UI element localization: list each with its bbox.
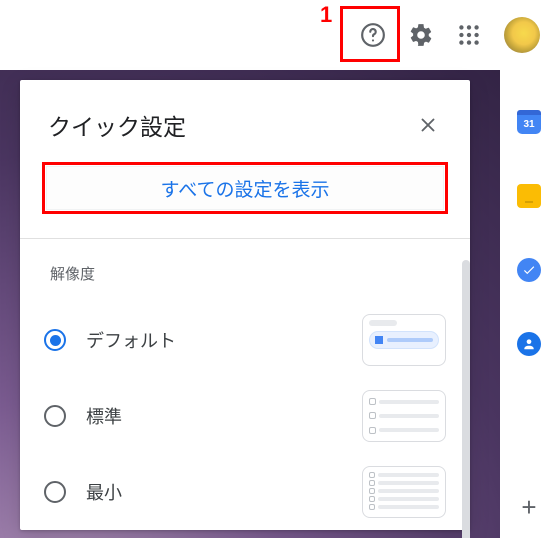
- quick-settings-panel: クイック設定 すべての設定を表示 解像度 デフォルト 標準: [20, 80, 470, 530]
- radio-icon: [44, 405, 66, 427]
- density-option-comfortable[interactable]: 標準: [44, 378, 446, 454]
- density-thumb-default: [362, 314, 446, 366]
- tasks-icon[interactable]: [517, 258, 541, 282]
- radio-icon: [44, 481, 66, 503]
- side-panel-rail: 31 +: [500, 70, 558, 538]
- app-header: [0, 0, 558, 70]
- density-thumb-comfortable: [362, 390, 446, 442]
- calendar-icon[interactable]: 31: [517, 110, 541, 134]
- density-thumb-compact: [362, 466, 446, 518]
- scrollbar[interactable]: [462, 260, 470, 538]
- apps-grid-icon[interactable]: [456, 22, 482, 48]
- density-option-label: 最小: [86, 479, 122, 505]
- panel-title: クイック設定: [48, 108, 186, 142]
- panel-header: クイック設定: [20, 80, 470, 160]
- density-section-label: 解像度: [20, 239, 470, 298]
- density-option-default[interactable]: デフォルト: [44, 302, 446, 378]
- density-option-compact[interactable]: 最小: [44, 454, 446, 530]
- annotation-box-1: [340, 6, 400, 62]
- calendar-day-number: 31: [523, 119, 534, 130]
- see-all-settings-button[interactable]: すべての設定を表示: [46, 166, 444, 210]
- avatar[interactable]: [504, 17, 540, 53]
- see-all-settings-label: すべての設定を表示: [161, 175, 330, 202]
- annotation-marker-1: 1: [320, 2, 332, 28]
- gear-icon[interactable]: [408, 22, 434, 48]
- density-options: デフォルト 標準 最小: [20, 298, 470, 530]
- contacts-icon[interactable]: [517, 332, 541, 356]
- keep-icon[interactable]: [517, 184, 541, 208]
- density-option-label: デフォルト: [86, 327, 176, 353]
- density-option-label: 標準: [86, 403, 122, 429]
- add-addon-button[interactable]: +: [521, 492, 536, 523]
- radio-icon: [44, 329, 66, 351]
- close-button[interactable]: [414, 111, 442, 139]
